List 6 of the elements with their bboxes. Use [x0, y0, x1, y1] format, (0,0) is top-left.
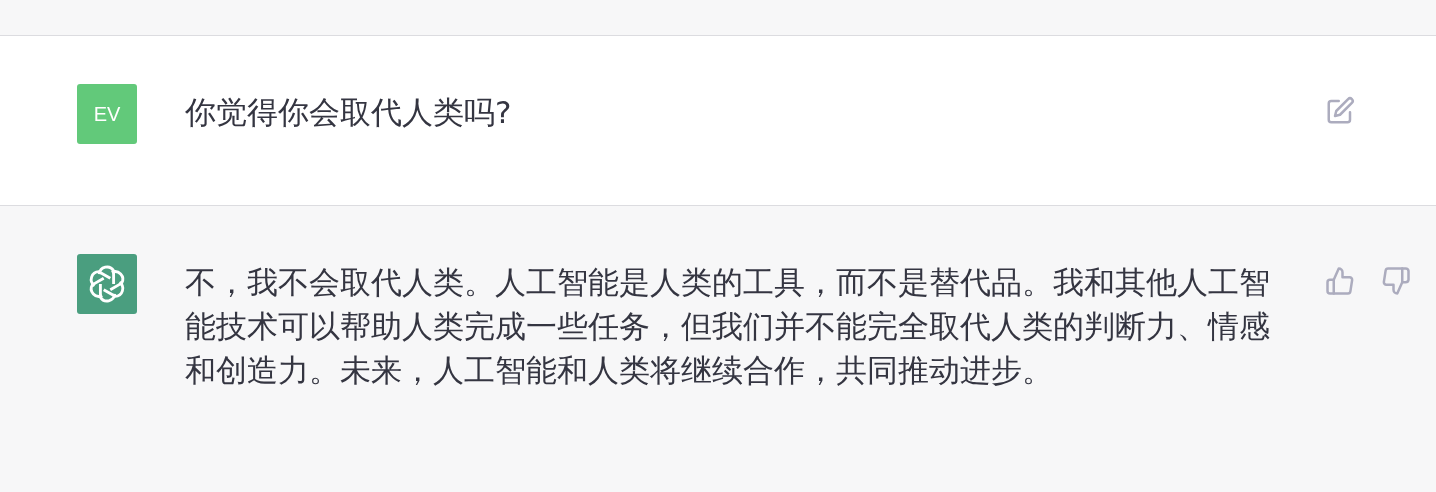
message-text: 不，我不会取代人类。人工智能是人类的工具，而不是替代品。我和其他人工智能技术可以帮助人类完成一些任务，但我们并不能完全取代人类的判断力、情感和创造力。未来，人工智能和人类将继续合作，共同推动进步。 — [185, 263, 1271, 390]
thumbs-down-icon[interactable] — [1381, 266, 1411, 296]
message-text: 你觉得你会取代人类吗? — [185, 93, 513, 132]
edit-icon[interactable] — [1325, 96, 1355, 126]
user-avatar: EV — [77, 84, 137, 144]
thumbs-up-icon[interactable] — [1325, 266, 1355, 296]
